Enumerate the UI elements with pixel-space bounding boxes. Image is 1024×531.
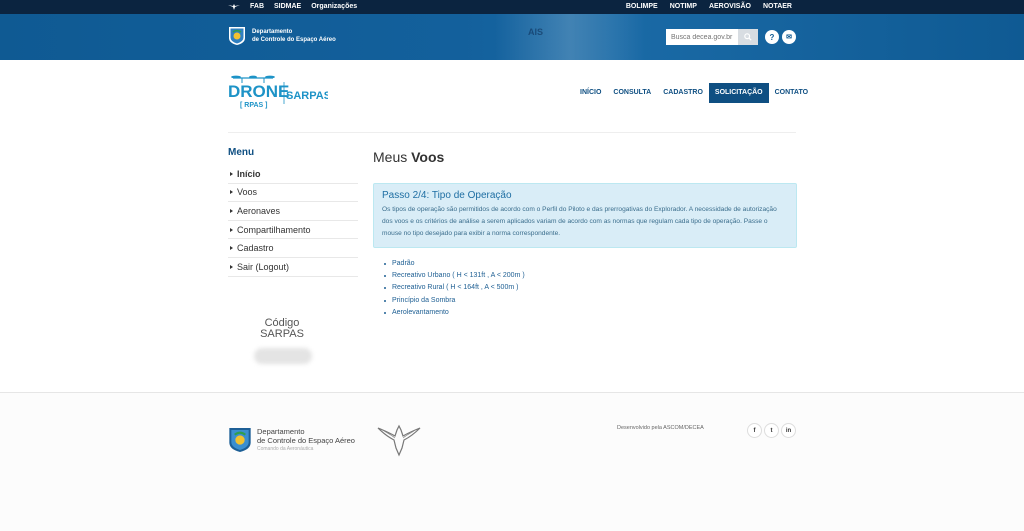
header-search [666,29,758,45]
logo-rpas-text: [ RPAS ] [240,102,267,109]
sidebar-item-cadastro[interactable]: Cadastro [228,239,358,258]
fab-eagle-icon[interactable] [376,422,422,458]
bullet-icon [384,275,386,278]
operation-principio-sombra[interactable]: Princípio da Sombra [384,295,525,307]
chat-button[interactable]: ✉ [782,30,796,44]
page-title-light: Meus [373,149,408,165]
operation-padrao[interactable]: Padrão [384,258,525,270]
drone-logo-graphic: DRONE SARPAS [ RPAS ] [228,75,331,109]
operation-label: Recreativo Rural ( H < 164ft , A < 500m … [392,284,519,292]
operation-recreativo-urbano[interactable]: Recreativo Urbano ( H < 131ft , A < 200m… [384,270,525,282]
sidebar-item-label: Sair (Logout) [237,261,290,272]
footer-dept-line2: de Controle do Espaço Aéreo [257,436,355,445]
caret-right-icon [230,227,233,232]
developed-by: Desenvolvido pela ASCOM/DECEA [617,425,704,431]
sidebar-title: Menu [228,147,255,158]
logo-drone-text: DRONE [228,82,289,101]
site-footer [0,393,1024,531]
caret-right-icon [230,190,233,195]
sidebar-item-label: Compartilhamento [237,224,311,235]
top-link-bolimpe[interactable]: BOLIMPE [626,2,658,12]
bullet-icon [384,263,386,266]
search-icon [744,33,752,41]
caret-right-icon [230,264,233,269]
sidebar-item-compartilhamento[interactable]: Compartilhamento [228,221,358,240]
operation-label: Aerolevantamento [392,308,449,316]
operation-label: Princípio da Sombra [392,296,456,304]
bullet-icon [384,311,386,314]
nav-consulta[interactable]: CONSULTA [607,83,657,103]
header-watermark: AIS [495,14,645,60]
nav-contato[interactable]: CONTATO [769,83,814,103]
header-watermark-text: AIS [528,27,544,37]
top-link-notaer[interactable]: NOTAER [763,2,792,12]
bullet-icon [384,299,386,302]
drone-sarpas-logo[interactable]: DRONE SARPAS [ RPAS ] [228,72,331,112]
caret-right-icon [230,171,233,176]
top-left-links: FAB SIDMAE Organizações [228,2,357,12]
codigo-sarpas-value-blurred [254,348,312,364]
sidebar-item-label: Início [237,168,261,179]
help-circle-icon: ? [769,32,775,42]
nav-cadastro[interactable]: CADASTRO [657,83,709,103]
caret-right-icon [230,208,233,213]
decea-emblem-icon [229,27,245,45]
top-link-organizacoes[interactable]: Organizações [311,2,357,12]
top-link-aerovisao[interactable]: AEROVISÃO [709,2,751,12]
sidebar-item-voos[interactable]: Voos [228,184,358,203]
codigo-line2: SARPAS [260,328,304,340]
operation-recreativo-rural[interactable]: Recreativo Rural ( H < 164ft , A < 500m … [384,282,525,294]
facebook-link[interactable]: f [747,423,762,438]
logo-sarpas-text: SARPAS [286,90,328,102]
facebook-icon: f [753,427,756,434]
help-button[interactable]: ? [765,30,779,44]
sidebar-menu: Início Voos Aeronaves Compartilhamento C… [228,165,358,277]
search-input[interactable] [666,29,738,45]
top-strip: FAB SIDMAE Organizações BOLIMPE NOTIMP A… [0,0,1024,14]
page-title-bold: Voos [411,149,445,165]
twitter-icon: t [770,427,773,434]
header-decea-brand[interactable]: Departamento de Controle do Espaço Aéreo [228,26,336,46]
operation-label: Recreativo Urbano ( H < 131ft , A < 200m… [392,272,525,280]
top-link-fab[interactable]: FAB [250,2,264,12]
footer-dept-line1: Departamento [257,427,305,436]
top-right-links: BOLIMPE NOTIMP AEROVISÃO NOTAER [626,2,792,12]
sidebar-item-label: Cadastro [237,243,274,254]
step-info-box: Passo 2/4: Tipo de Operação Os tipos de … [373,183,797,248]
nav-inicio[interactable]: INÍCIO [574,83,607,103]
step-info-text: Os tipos de operação são permitidos de a… [382,206,777,237]
page-title: Meus Voos [373,149,444,165]
sidebar-item-aeronaves[interactable]: Aeronaves [228,202,358,221]
decea-emblem-icon [229,428,251,452]
operation-type-list: Padrão Recreativo Urbano ( H < 131ft , A… [384,258,525,319]
caret-right-icon [230,246,233,251]
footer-dept-line3: Comando da Aeronáutica [257,446,314,452]
nav-solicitacao[interactable]: SOLICITAÇÃO [708,83,769,103]
nav-divider [228,132,796,133]
sidebar-item-inicio[interactable]: Início [228,165,358,184]
sidebar-item-label: Voos [237,187,258,198]
linkedin-link[interactable]: in [781,423,796,438]
search-button[interactable] [738,29,758,45]
main-nav: INÍCIO CONSULTA CADASTRO SOLICITAÇÃO CON… [574,83,814,103]
operation-label: Padrão [392,260,415,268]
sidebar-item-logout[interactable]: Sair (Logout) [228,258,358,277]
bullet-icon [384,287,386,290]
wing-emblem-icon [228,4,240,10]
chat-bubble-icon: ✉ [786,34,792,41]
footer-decea-brand[interactable]: Departamento de Controle do Espaço Aéreo… [228,426,355,454]
codigo-sarpas-label: Código SARPAS [228,318,336,340]
header-dept-line1: Departamento [252,29,293,35]
sidebar-item-label: Aeronaves [237,205,281,216]
top-link-sidmae[interactable]: SIDMAE [274,2,301,12]
header-dept-line2: de Controle do Espaço Aéreo [252,37,336,43]
twitter-link[interactable]: t [764,423,779,438]
site-header: Departamento de Controle do Espaço Aéreo… [0,14,1024,60]
step-info-title: Passo 2/4: Tipo de Operação [382,190,512,201]
linkedin-icon: in [785,427,792,434]
top-link-notimp[interactable]: NOTIMP [670,2,697,12]
operation-aerolevantamento[interactable]: Aerolevantamento [384,307,525,319]
